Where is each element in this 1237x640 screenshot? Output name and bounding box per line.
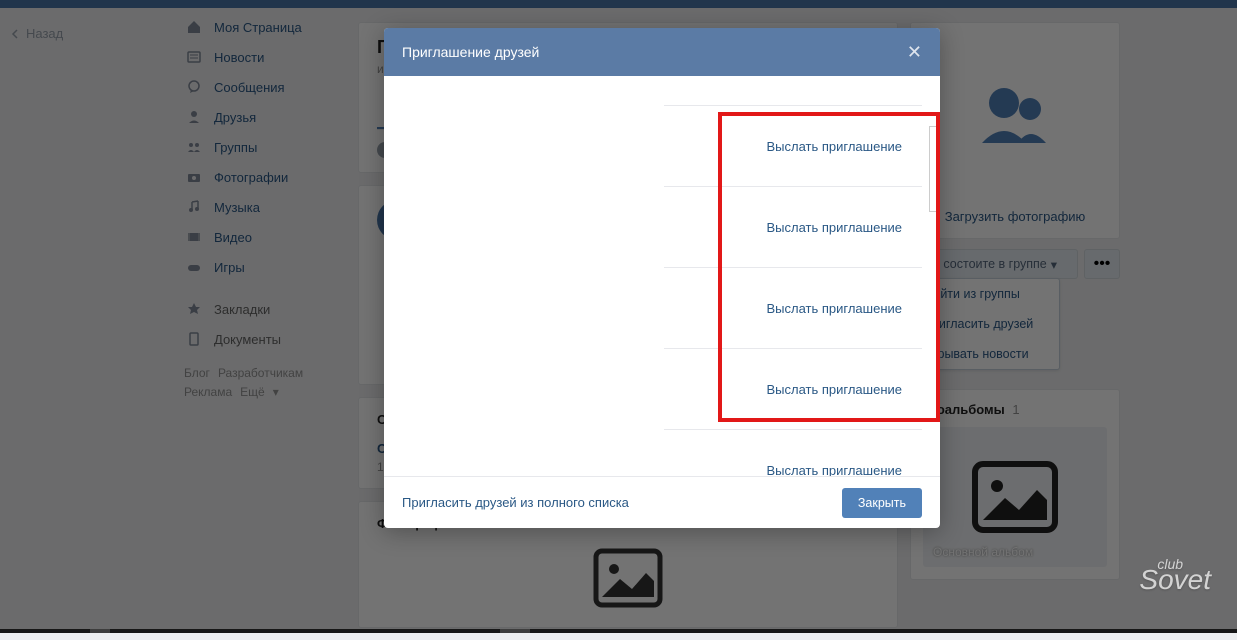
friend-row [664, 76, 922, 106]
close-button[interactable]: Закрыть [842, 488, 922, 518]
modal-close-button[interactable]: ✕ [907, 42, 922, 63]
friend-row: Выслать приглашение [664, 430, 922, 476]
send-invite-link[interactable]: Выслать приглашение [766, 382, 922, 397]
invite-friends-modal: Приглашение друзей ✕ Выслать приглашение… [384, 28, 940, 528]
send-invite-link[interactable]: Выслать приглашение [766, 301, 922, 316]
send-invite-link[interactable]: Выслать приглашение [766, 220, 922, 235]
invite-full-list-link[interactable]: Пригласить друзей из полного списка [402, 495, 629, 510]
friend-row: Выслать приглашение [664, 349, 922, 430]
friend-row: Выслать приглашение [664, 268, 922, 349]
scrollbar-indicator [929, 126, 937, 212]
friend-row: Выслать приглашение [664, 187, 922, 268]
modal-scroll-area[interactable]: Выслать приглашение Выслать приглашение … [384, 76, 940, 476]
friend-row: Выслать приглашение [664, 106, 922, 187]
send-invite-link[interactable]: Выслать приглашение [766, 139, 922, 154]
modal-title: Приглашение друзей [402, 44, 539, 60]
send-invite-link[interactable]: Выслать приглашение [766, 463, 922, 477]
